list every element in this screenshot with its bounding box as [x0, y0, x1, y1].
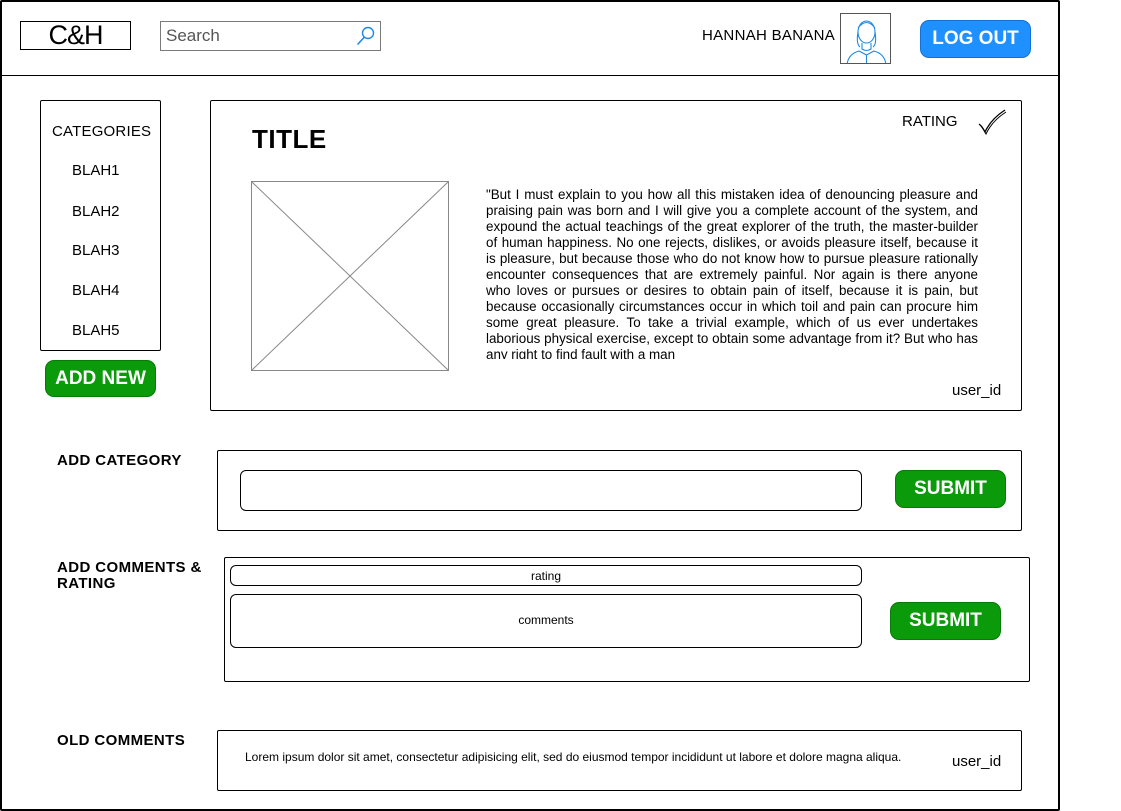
username: HANNAH BANANA	[702, 27, 836, 44]
sidebar-item-blah1[interactable]: BLAH1	[72, 162, 120, 179]
image-placeholder-icon	[251, 181, 449, 371]
add-category-label: ADD CATEGORY	[57, 452, 182, 469]
logo[interactable]: C&H	[20, 21, 131, 50]
sidebar-item-blah2[interactable]: BLAH2	[72, 203, 120, 220]
checkmark-icon[interactable]	[976, 107, 1008, 137]
old-comment-text: Lorem ipsum dolor sit amet, consectetur …	[245, 750, 902, 764]
categories-panel: CATEGORIES BLAH1 BLAH2 BLAH3 BLAH4 BLAH5	[40, 100, 161, 351]
search-input[interactable]	[161, 22, 351, 50]
comments-input[interactable]	[230, 594, 862, 648]
post-title: TITLE	[252, 124, 327, 154]
rating-input[interactable]	[230, 565, 862, 586]
post-card: TITLE RATING "But I must explain to you …	[210, 100, 1022, 411]
logout-button[interactable]: LOG OUT	[920, 20, 1031, 58]
old-comment-user-id[interactable]: user_id	[952, 753, 1001, 770]
sidebar-item-blah3[interactable]: BLAH3	[72, 242, 120, 259]
add-new-button[interactable]: ADD NEW	[45, 360, 156, 397]
categories-title: CATEGORIES	[52, 123, 152, 140]
post-body: "But I must explain to you how all this …	[486, 187, 978, 359]
old-comments-label: OLD COMMENTS	[57, 732, 186, 749]
search-icon[interactable]	[355, 25, 377, 47]
old-comment-item: Lorem ipsum dolor sit amet, consectetur …	[217, 730, 1022, 791]
category-input[interactable]	[240, 470, 862, 511]
add-comments-label: ADD COMMENTS & RATING	[57, 559, 202, 592]
sidebar-item-blah5[interactable]: BLAH5	[72, 322, 120, 339]
sidebar-item-blah4[interactable]: BLAH4	[72, 282, 120, 299]
category-submit-button[interactable]: SUBMIT	[895, 470, 1006, 508]
header-divider	[0, 75, 1060, 76]
add-category-panel: SUBMIT	[217, 450, 1022, 531]
comments-submit-button[interactable]: SUBMIT	[890, 602, 1001, 640]
search-box[interactable]	[160, 21, 381, 51]
avatar[interactable]	[840, 13, 891, 64]
rating-label: RATING	[902, 113, 958, 130]
post-user-id[interactable]: user_id	[952, 382, 1001, 399]
image-placeholder	[251, 181, 449, 371]
add-comments-panel: SUBMIT	[224, 557, 1030, 682]
user-avatar-icon	[846, 20, 887, 63]
